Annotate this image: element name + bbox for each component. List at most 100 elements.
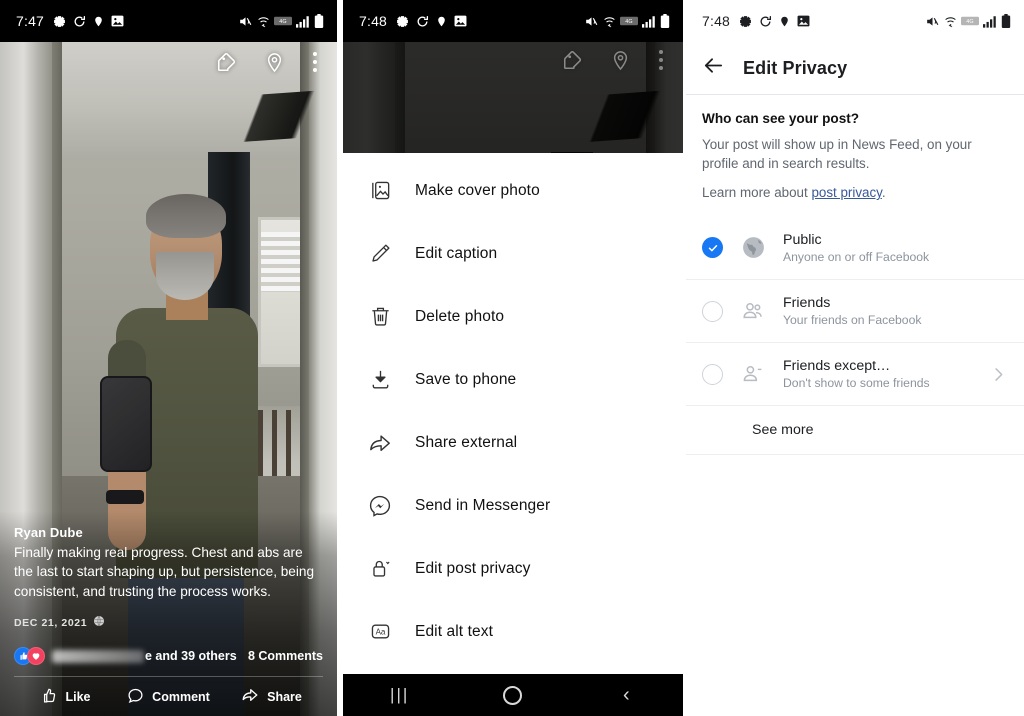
post-author: Ryan Dube (14, 525, 83, 541)
globe-icon (93, 614, 105, 632)
photo-toolbar-dimmed (343, 46, 675, 74)
post-privacy-link[interactable]: post privacy (811, 185, 881, 200)
recents-button[interactable]: ||| (372, 674, 428, 716)
privacy-description: Your post will show up in News Feed, on … (702, 137, 972, 172)
privacy-option-text: Friends except… Don't show to some frien… (783, 358, 974, 390)
privacy-option-public[interactable]: Public Anyone on or off Facebook (686, 216, 1024, 279)
privacy-option-friends[interactable]: Friends Your friends on Facebook (686, 279, 1024, 342)
sync-icon (759, 15, 772, 28)
menu-item-edit-alt-text[interactable]: Aa Edit alt text (343, 600, 683, 663)
menu-item-delete-photo[interactable]: Delete photo (343, 285, 683, 348)
menu-item-share-external[interactable]: Share external (343, 411, 683, 474)
privacy-option-text: Friends Your friends on Facebook (783, 295, 1008, 327)
menu-item-label: Make cover photo (415, 181, 540, 199)
panel-photo-options-menu: 7:48 4G Make cover photo Edit caption De… (343, 0, 683, 716)
battery-icon (314, 14, 324, 28)
signal-icon (642, 15, 656, 28)
share-label: Share (267, 689, 302, 704)
option-subtitle: Anyone on or off Facebook (783, 249, 930, 264)
location-icon (436, 15, 447, 28)
share-button[interactable]: Share (220, 686, 323, 707)
reactors-text[interactable]: e and 39 others (145, 649, 237, 663)
location-icon (779, 15, 790, 28)
comment-button[interactable]: Comment (117, 687, 220, 707)
svg-text:4G: 4G (625, 19, 632, 25)
menu-item-make-cover-photo[interactable]: Make cover photo (343, 159, 683, 222)
menu-item-send-in-messenger[interactable]: Send in Messenger (343, 474, 683, 537)
post-overlay: Ryan Dube Finally making real progress. … (0, 511, 337, 716)
menu-item-label: Edit caption (415, 244, 498, 262)
status-bar-middle: 7:48 4G (343, 0, 683, 42)
status-time: 7:47 (16, 13, 45, 29)
option-subtitle: Your friends on Facebook (783, 313, 922, 328)
reactor-name-blurred (52, 649, 144, 663)
location-icon (93, 15, 104, 28)
edit-privacy-header: Edit Privacy (686, 42, 1024, 94)
menu-item-edit-caption[interactable]: Edit caption (343, 222, 683, 285)
menu-item-label: Send in Messenger (415, 496, 551, 514)
lte-icon: 4G (274, 16, 292, 26)
home-button[interactable] (485, 674, 541, 716)
menu-item-label: Edit post privacy (415, 559, 531, 577)
privacy-intro: Who can see your post? Your post will sh… (686, 95, 1024, 200)
option-title: Friends (783, 295, 831, 312)
status-time: 7:48 (359, 13, 388, 29)
accessibility-icon (739, 15, 752, 28)
menu-item-edit-post-privacy[interactable]: Edit post privacy (343, 537, 683, 600)
post-action-bar: Like Comment Share (14, 676, 323, 716)
tag-icon[interactable] (216, 51, 238, 73)
kebab-menu-icon[interactable] (311, 48, 319, 76)
option-subtitle: Don't show to some friends (783, 376, 930, 391)
privacy-option-friends-except[interactable]: Friends except… Don't show to some frien… (686, 342, 1024, 405)
sync-icon (73, 15, 86, 28)
sync-icon (416, 15, 429, 28)
chevron-right-icon[interactable] (989, 365, 1008, 384)
post-date: DEC 21, 2021 (14, 617, 88, 629)
post-caption: Finally making real progress. Chest and … (14, 545, 315, 599)
photo-options-sheet: Make cover photo Edit caption Delete pho… (343, 153, 683, 674)
location-pin-icon[interactable] (610, 50, 631, 71)
messenger-icon (367, 494, 393, 518)
radio-friends[interactable] (702, 300, 723, 322)
signal-icon (983, 15, 997, 28)
privacy-option-text: Public Anyone on or off Facebook (783, 232, 1008, 264)
mute-icon (925, 15, 940, 28)
back-arrow-icon[interactable] (702, 54, 725, 82)
comment-bubble-icon (127, 687, 144, 707)
comments-count[interactable]: 8 Comments (248, 649, 323, 663)
mute-icon (584, 15, 599, 28)
kebab-menu-icon[interactable] (657, 46, 665, 74)
status-time: 7:48 (702, 13, 731, 29)
learn-more-prefix: Learn more about (702, 185, 812, 201)
see-more-row[interactable]: See more (686, 405, 1024, 456)
location-pin-icon[interactable] (264, 52, 285, 73)
back-button[interactable]: ‹ (598, 674, 654, 716)
share-arrow-icon (241, 686, 259, 707)
tag-icon[interactable] (562, 49, 584, 71)
screenshot-stage: 7:47 4G Ryan Dube Finally making real pr… (0, 0, 1024, 716)
back-chevron-icon: ‹ (622, 684, 630, 706)
menu-item-label: Save to phone (415, 370, 517, 388)
svg-text:4G: 4G (279, 19, 286, 25)
edit-privacy-screen: Edit Privacy Who can see your post? Your… (686, 42, 1024, 716)
friend-minus-icon (738, 361, 768, 387)
thumbs-up-icon (40, 687, 57, 707)
android-nav-bar-middle: ||| ‹ (343, 674, 683, 716)
radio-friends-except[interactable] (702, 363, 723, 385)
comment-label: Comment (152, 689, 210, 704)
friends-icon (738, 298, 768, 324)
menu-item-save-to-phone[interactable]: Save to phone (343, 348, 683, 411)
status-bar-right-group: 4G (925, 14, 1011, 28)
dimmed-photo-backdrop[interactable] (343, 42, 683, 153)
share-arrow-icon (367, 431, 393, 455)
download-icon (367, 368, 393, 391)
photo-viewer[interactable]: Ryan Dube Finally making real progress. … (0, 42, 337, 716)
option-title: Friends except… (783, 358, 891, 375)
like-button[interactable]: Like (14, 687, 117, 707)
lock-icon (367, 557, 393, 580)
svg-text:Aa: Aa (375, 628, 385, 637)
pencil-icon (367, 242, 393, 265)
radio-public[interactable] (702, 237, 723, 259)
battery-icon (1001, 14, 1011, 28)
reaction-badges[interactable] (14, 647, 45, 665)
